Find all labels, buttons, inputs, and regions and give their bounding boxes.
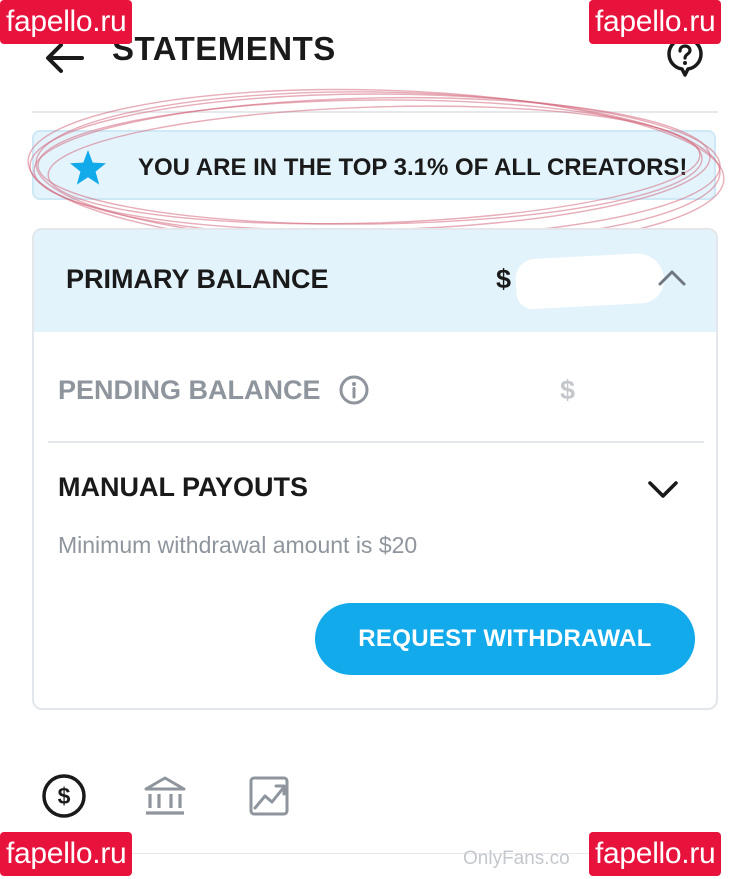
watermark-top-left: fapello.ru — [0, 0, 133, 44]
onlyfans-watermark: OnlyFans.co — [463, 848, 570, 869]
svg-text:$: $ — [58, 783, 71, 809]
primary-balance-amount: $ — [496, 264, 512, 294]
watermark-bottom-right: fapello.ru — [589, 832, 722, 876]
chevron-up-icon[interactable] — [654, 260, 690, 296]
primary-balance-row[interactable]: PRIMARY BALANCE $ — [34, 230, 716, 332]
request-withdrawal-button[interactable]: REQUEST WITHDRAWAL — [315, 603, 695, 675]
chevron-down-icon[interactable] — [644, 470, 682, 508]
watermark-top-right: fapello.ru — [589, 0, 722, 44]
top-creators-banner: YOU ARE IN THE TOP 3.1% OF ALL CREATORS! — [32, 130, 716, 200]
watermark-bottom-left: fapello.ru — [0, 832, 133, 876]
info-icon[interactable] — [338, 374, 370, 406]
arrow-left-icon — [46, 43, 84, 73]
page-title: STATEMENTS — [112, 30, 336, 67]
balance-card: PRIMARY BALANCE $ PENDING BALANCE $ MANU… — [32, 228, 718, 710]
chart-icon[interactable] — [245, 772, 293, 820]
pending-balance-amount: $ — [560, 375, 576, 405]
dollar-circle-icon[interactable]: $ — [40, 772, 88, 820]
redaction-mark — [514, 252, 666, 310]
header-divider — [32, 111, 718, 113]
bank-icon[interactable] — [141, 772, 189, 820]
manual-payouts-row[interactable]: MANUAL PAYOUTS — [34, 456, 716, 520]
pending-balance-label: PENDING BALANCE — [58, 375, 321, 405]
redaction-mark — [580, 366, 680, 412]
star-icon — [70, 150, 106, 185]
section-divider — [48, 441, 704, 443]
minimum-withdrawal-text: Minimum withdrawal amount is $20 — [58, 532, 418, 558]
manual-payouts-label: MANUAL PAYOUTS — [58, 472, 309, 502]
primary-balance-label: PRIMARY BALANCE — [66, 264, 329, 294]
banner-text: YOU ARE IN THE TOP 3.1% OF ALL CREATORS! — [138, 154, 688, 181]
